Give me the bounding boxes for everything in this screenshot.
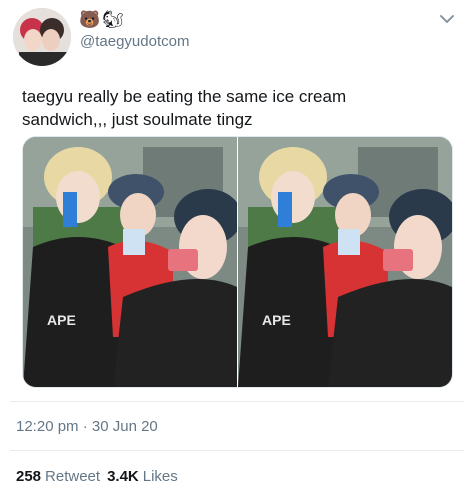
chevron-down-icon[interactable] <box>439 13 455 25</box>
engagement-stats: 258 Retweet 3.4K Likes <box>16 468 185 485</box>
tweet-timestamp[interactable]: 12:20 pm · 30 Jun 20 <box>16 418 158 435</box>
user-handle[interactable]: @taegyudotcom <box>80 33 189 50</box>
photo-right[interactable]: APE <box>237 137 452 387</box>
divider <box>10 401 464 402</box>
retweets-stat[interactable]: 258 Retweet <box>16 468 100 485</box>
like-label: Likes <box>142 468 178 485</box>
tweet-text: taegyu really be eating the same ice cre… <box>22 87 347 129</box>
avatar-photo <box>13 8 71 66</box>
shirt-text: APE <box>262 312 291 328</box>
avatar[interactable] <box>13 8 71 66</box>
retweet-label: Retweet <box>45 468 101 485</box>
likes-stat[interactable]: 3.4K Likes <box>107 468 178 485</box>
retweet-count: 258 <box>16 468 42 485</box>
bear-emoji: 🐻 <box>79 10 101 29</box>
shirt-text: APE <box>47 312 76 328</box>
like-count: 3.4K <box>107 468 139 485</box>
display-name[interactable]: 🐻 🐿 <box>79 9 124 31</box>
chipmunk-emoji: 🐿 <box>102 10 124 29</box>
media-grid[interactable]: APE APE <box>22 136 453 388</box>
photo-left[interactable]: APE <box>23 137 237 387</box>
divider <box>10 450 464 451</box>
